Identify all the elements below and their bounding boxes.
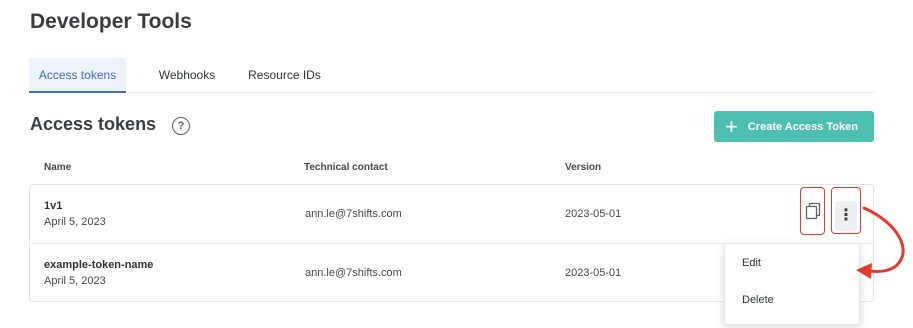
token-version: 2023-05-01 (565, 208, 622, 220)
copy-button[interactable] (800, 187, 825, 235)
create-access-token-button[interactable]: + Create Access Token (714, 111, 874, 142)
plus-icon: + (725, 113, 738, 139)
tab-bar: Access tokens Webhooks Resource IDs (29, 58, 874, 93)
column-header-technical-contact: Technical contact (304, 162, 388, 173)
tab-resource-ids[interactable]: Resource IDs (242, 58, 327, 92)
tab-webhooks[interactable]: Webhooks (151, 58, 223, 92)
token-name: example-token-name (44, 259, 154, 271)
menu-item-delete[interactable]: Delete (725, 282, 859, 318)
token-date: April 5, 2023 (44, 216, 106, 228)
annotation-arrow-icon (856, 206, 905, 279)
table-row: 1v1 April 5, 2023 ann.le@7shifts.com 202… (30, 185, 873, 243)
menu-item-edit[interactable]: Edit (725, 245, 859, 281)
create-access-token-label: Create Access Token (747, 120, 858, 133)
page-title: Developer Tools (30, 10, 192, 33)
token-date: April 5, 2023 (44, 275, 106, 287)
column-header-version: Version (565, 162, 602, 173)
help-icon[interactable]: ? (172, 117, 190, 135)
technical-contact: ann.le@7shifts.com (305, 267, 402, 279)
copy-icon (805, 202, 820, 220)
technical-contact: ann.le@7shifts.com (305, 208, 402, 220)
actions-dropdown-menu: Edit Delete (724, 243, 860, 325)
token-name: 1v1 (44, 200, 63, 212)
token-version: 2023-05-01 (565, 267, 622, 279)
tab-access-tokens[interactable]: Access tokens (29, 58, 126, 93)
section-title: Access tokens (30, 114, 157, 134)
column-header-name: Name (44, 162, 72, 173)
